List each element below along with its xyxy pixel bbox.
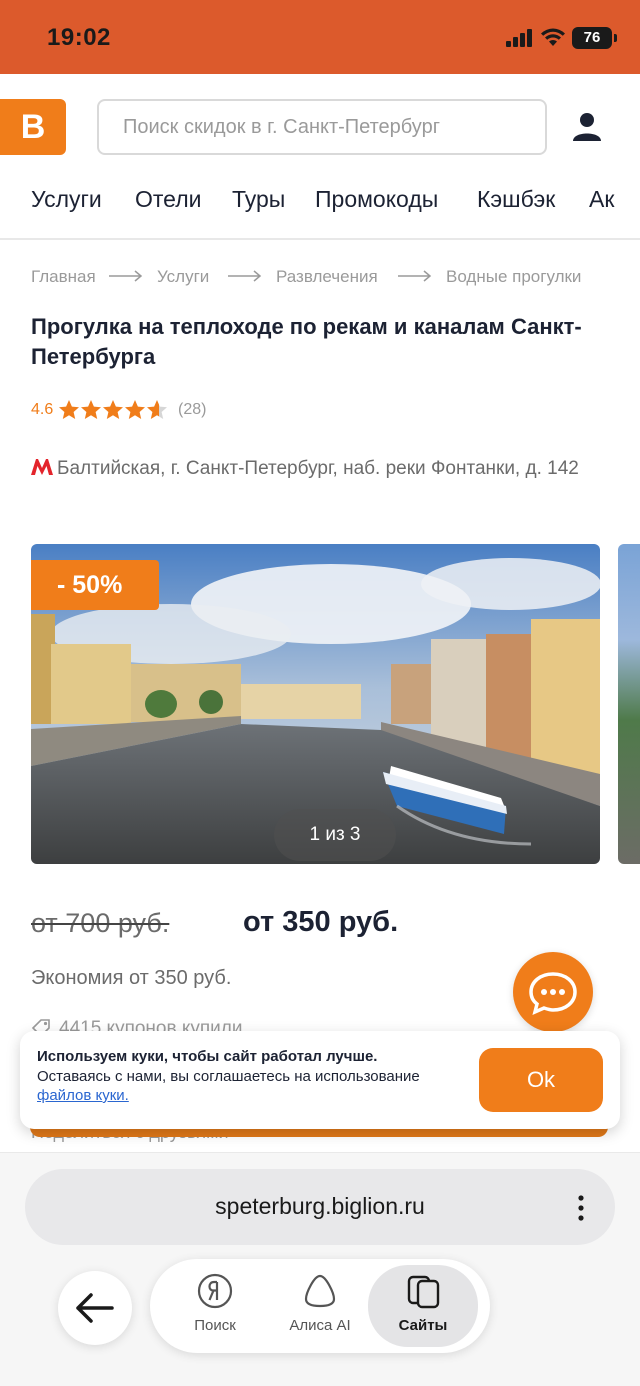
search-input[interactable]: Поиск скидок в г. Санкт-Петербург	[97, 99, 547, 155]
rating-value: 4.6	[31, 401, 54, 418]
nav-item-promocodes[interactable]: Промокоды	[315, 186, 438, 213]
biglion-logo[interactable]: B	[0, 99, 66, 155]
breadcrumb-home[interactable]: Главная	[31, 267, 96, 287]
tab-sites[interactable]: Сайты	[368, 1265, 478, 1347]
chat-bubble-icon	[529, 972, 577, 1016]
tab-sites-label: Сайты	[398, 1317, 448, 1334]
url-text: speterburg.biglion.ru	[215, 1193, 425, 1219]
status-time: 19:02	[47, 24, 111, 51]
new-price: от 350 руб.	[243, 906, 399, 938]
cookie-banner: Используем куки, чтобы сайт работал лучш…	[20, 1031, 620, 1129]
site-header: B Поиск скидок в г. Санкт-Петербург	[0, 74, 640, 160]
address-bar[interactable]: speterburg.biglion.ru	[25, 1169, 615, 1245]
breadcrumb: Главная Услуги Развлечения Водные прогул…	[31, 264, 631, 290]
address-text: Балтийская, г. Санкт-Петербург, наб. рек…	[57, 458, 579, 479]
address: Балтийская, г. Санкт-Петербург, наб. рек…	[31, 454, 621, 484]
yandex-search-icon	[197, 1273, 233, 1309]
breadcrumb-services[interactable]: Услуги	[157, 267, 209, 287]
chat-button[interactable]	[513, 952, 593, 1032]
old-price: от 700 руб.	[31, 908, 170, 938]
browser-tabs: Поиск Алиса AI Сайты	[150, 1259, 490, 1353]
battery-icon: 76	[572, 27, 617, 49]
category-nav: Услуги Отели Туры Промокоды Кэшбэк Ак	[0, 160, 640, 240]
breadcrumb-water-walks[interactable]: Водные прогулки	[446, 267, 581, 287]
arrow-right-icon	[228, 270, 262, 282]
metro-icon	[31, 459, 53, 475]
status-bar: 19:02 76	[0, 0, 640, 74]
savings-text: Экономия от 350 руб.	[31, 967, 232, 989]
tabs-icon	[407, 1275, 440, 1309]
next-photo-preview[interactable]	[618, 544, 640, 864]
nav-item-more[interactable]: Ак	[589, 186, 614, 213]
alice-icon	[304, 1274, 336, 1308]
user-icon[interactable]	[570, 109, 604, 143]
tab-alice-label: Алиса AI	[289, 1317, 351, 1334]
breadcrumb-entertainment[interactable]: Развлечения	[276, 267, 378, 287]
cookie-policy-link[interactable]: файлов куки.	[37, 1087, 129, 1104]
page-title: Прогулка на теплоходе по рекам и каналам…	[31, 314, 582, 369]
browser-toolbar: speterburg.biglion.ru Поиск Алиса AI Сай…	[0, 1152, 640, 1386]
tab-search[interactable]: Поиск	[160, 1269, 270, 1343]
tab-alice-ai[interactable]: Алиса AI	[265, 1269, 375, 1343]
wifi-icon	[541, 28, 565, 46]
more-vertical-icon[interactable]	[571, 1193, 591, 1223]
arrow-right-icon	[398, 270, 432, 282]
nav-item-hotels[interactable]: Отели	[135, 186, 201, 213]
reviews-count: (28)	[178, 401, 207, 418]
nav-item-cashback[interactable]: Кэшбэк	[477, 186, 555, 213]
tab-search-label: Поиск	[194, 1317, 236, 1334]
discount-badge: - 50%	[31, 560, 159, 610]
gallery-counter: 1 из 3	[274, 809, 396, 861]
back-button[interactable]	[58, 1271, 132, 1345]
cellular-signal-icon	[506, 29, 532, 47]
cookie-ok-button[interactable]: Ok	[479, 1048, 603, 1112]
cookie-text: Оставаясь с нами, вы соглашаетесь на исп…	[37, 1068, 420, 1085]
nav-item-services[interactable]: Услуги	[31, 186, 102, 213]
arrow-right-icon	[109, 270, 143, 282]
nav-item-tours[interactable]: Туры	[232, 186, 285, 213]
cookie-title: Используем куки, чтобы сайт работал лучш…	[37, 1048, 378, 1065]
star-rating-icon	[59, 400, 167, 419]
arrow-left-icon	[76, 1293, 114, 1323]
